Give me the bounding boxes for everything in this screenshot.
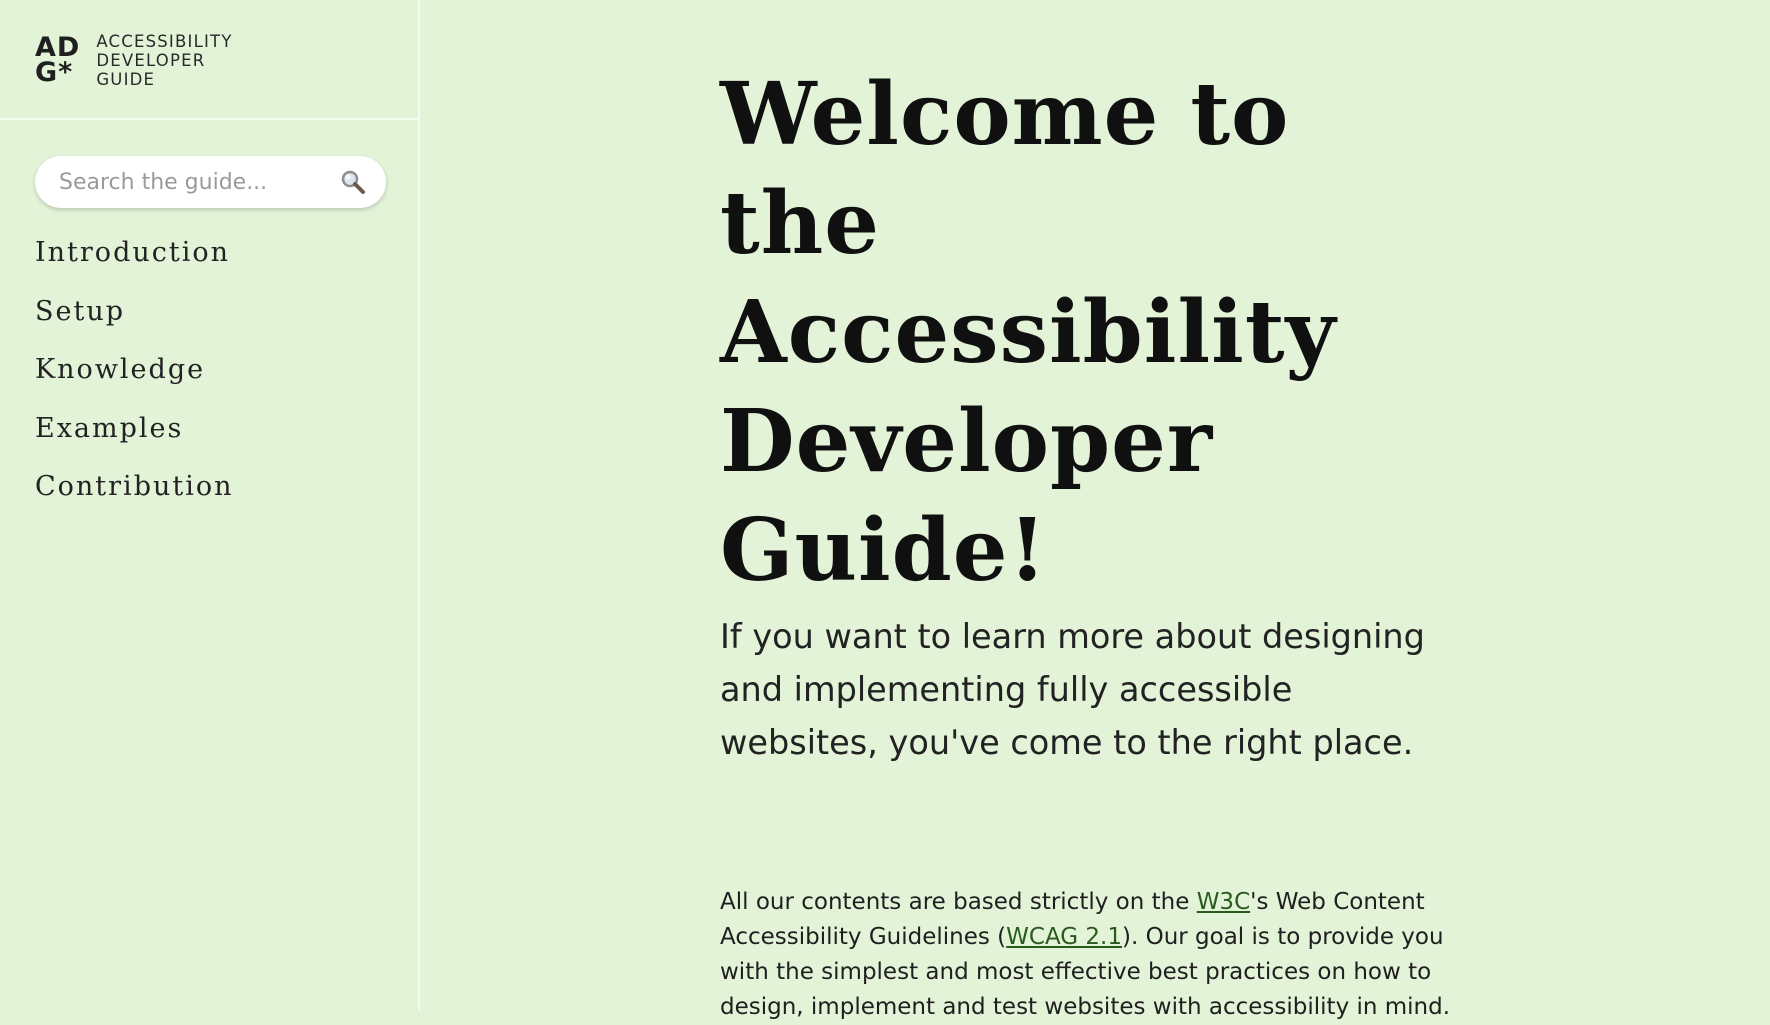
logo-mark-line2: G*: [35, 57, 74, 88]
search-icon[interactable]: [340, 169, 366, 195]
logo-word: GUIDE: [96, 69, 156, 89]
sidebar: AD G* ACCESSIBILITY DEVELOPER GUIDE Intr…: [0, 0, 420, 1010]
site-logo[interactable]: AD G* ACCESSIBILITY DEVELOPER GUIDE: [35, 30, 233, 90]
logo-wordmark: ACCESSIBILITY DEVELOPER GUIDE: [96, 32, 232, 89]
nav-item-knowledge[interactable]: Knowledge: [35, 347, 234, 406]
logo-word: ACCESSIBILITY: [96, 31, 233, 51]
sidebar-nav: Introduction Setup Knowledge Examples Co…: [35, 230, 234, 523]
nav-item-setup[interactable]: Setup: [35, 289, 234, 348]
logo-mark: AD G*: [35, 34, 80, 88]
lead-paragraph: If you want to learn more about designin…: [720, 617, 1425, 762]
main-content: Welcome to the Accessibility Developer G…: [720, 60, 1460, 1020]
intro-paragraph: All our contents are based strictly on t…: [720, 885, 1460, 1025]
search-box: [35, 156, 386, 208]
nav-item-contribution[interactable]: Contribution: [35, 464, 234, 523]
intro-text: All our contents are based strictly on t…: [720, 889, 1197, 915]
page-title: Welcome to the Accessibility Developer G…: [720, 64, 1337, 601]
w3c-link[interactable]: W3C: [1197, 889, 1250, 915]
sidebar-divider: [0, 118, 418, 120]
nav-item-introduction[interactable]: Introduction: [35, 230, 234, 289]
wcag-link[interactable]: WCAG 2.1: [1006, 924, 1122, 950]
search-input[interactable]: [59, 156, 319, 208]
nav-item-examples[interactable]: Examples: [35, 406, 234, 465]
logo-word: DEVELOPER: [96, 50, 206, 70]
